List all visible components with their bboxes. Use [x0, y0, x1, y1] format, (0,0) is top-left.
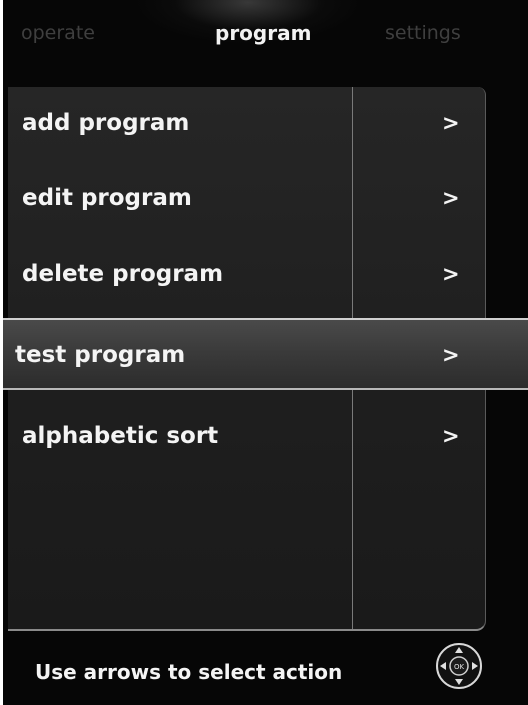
chevron-right-icon: >	[442, 343, 460, 367]
menu-item-label: delete program	[22, 261, 224, 287]
dpad-ok-label: OK	[454, 663, 465, 671]
menu-item-alphabetic-sort[interactable]: alphabetic sort >	[8, 405, 485, 465]
chevron-right-icon: >	[442, 262, 460, 286]
tab-operate[interactable]: operate	[21, 21, 95, 45]
tab-settings[interactable]: settings	[385, 21, 461, 45]
menu-item-delete-program[interactable]: delete program >	[8, 243, 485, 303]
dpad-icon: OK	[434, 641, 484, 691]
tab-program[interactable]: program	[215, 21, 311, 45]
chevron-right-icon: >	[442, 111, 460, 135]
chevron-right-icon: >	[442, 186, 460, 210]
menu-item-label: edit program	[22, 185, 192, 211]
dpad-svg: OK	[436, 643, 482, 689]
instruction-text: Use arrows to select action	[35, 660, 343, 684]
menu-item-add-program[interactable]: add program >	[8, 92, 485, 152]
menu-item-label: add program	[22, 110, 190, 136]
chevron-right-icon: >	[442, 424, 460, 448]
menu-item-label: alphabetic sort	[22, 423, 219, 449]
menu-item-label: test program	[15, 342, 186, 368]
menu-item-test-program[interactable]: test program >	[3, 318, 528, 390]
menu-item-edit-program[interactable]: edit program >	[8, 167, 485, 227]
tab-bar: operate program settings	[3, 0, 528, 70]
